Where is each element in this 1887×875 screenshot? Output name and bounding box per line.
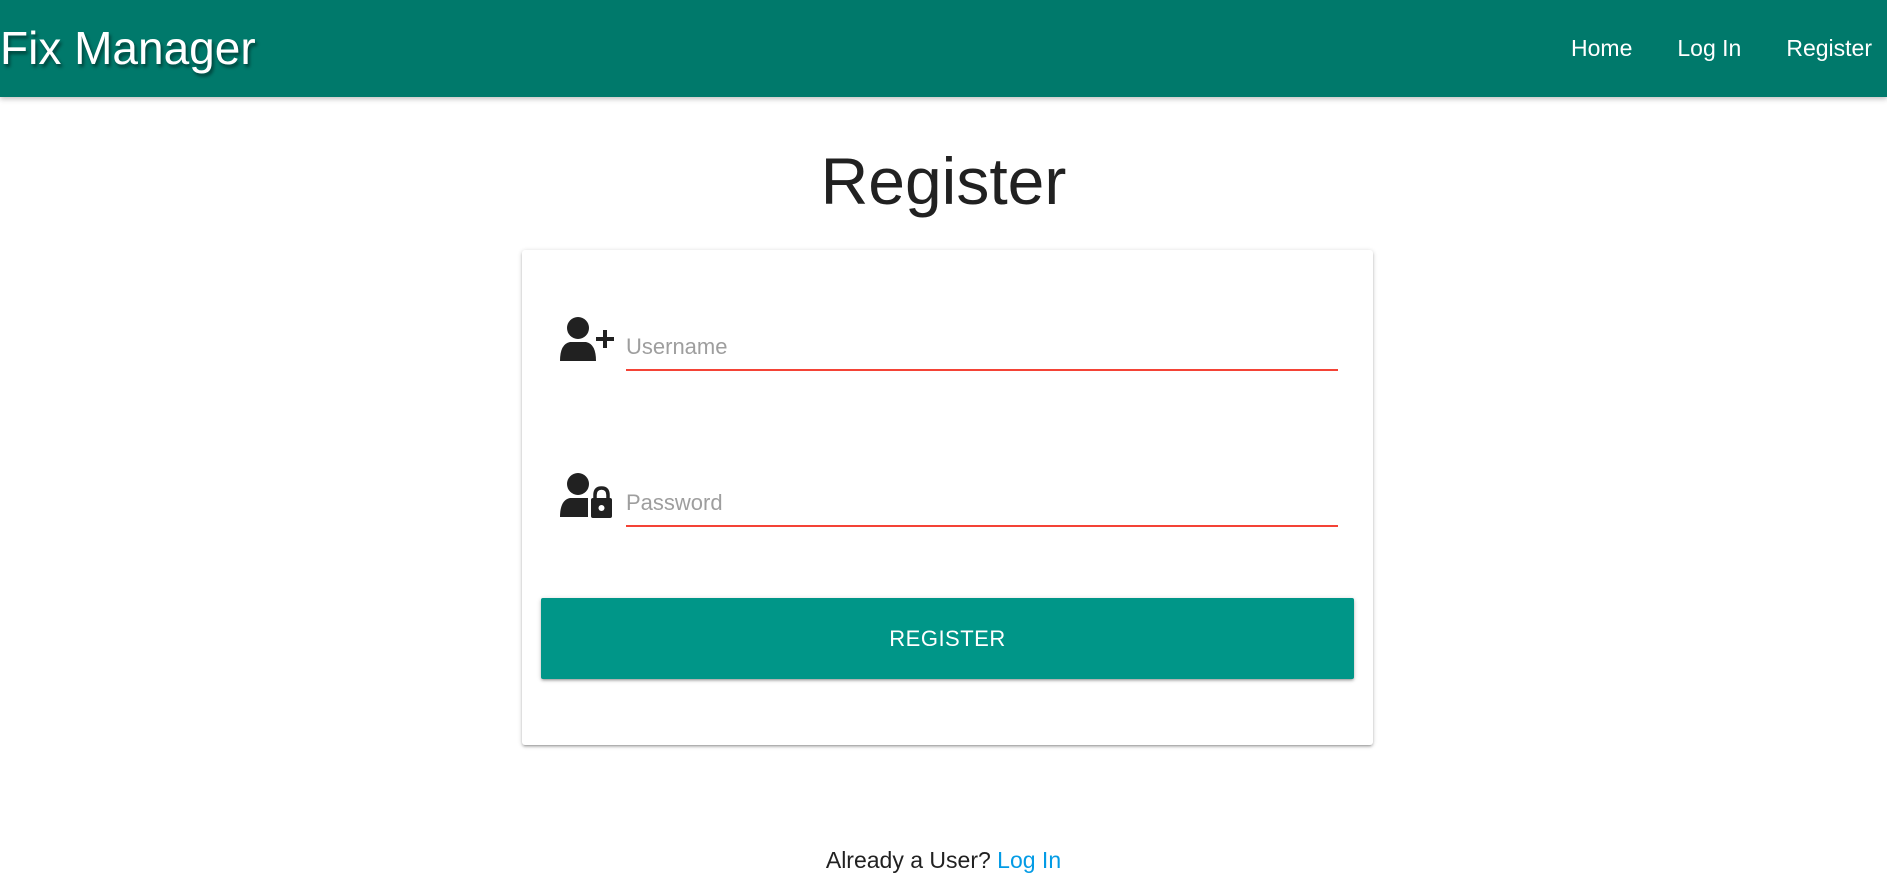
login-prompt-text: Already a User? (825, 847, 991, 873)
register-button[interactable]: REGISTER (541, 598, 1354, 679)
nav-links: Home Log In Register (1556, 0, 1887, 97)
username-field-group (558, 315, 1338, 375)
password-input[interactable] (626, 481, 1338, 527)
nav-item-login: Log In (1647, 0, 1756, 97)
password-field-group (558, 471, 1338, 531)
username-input[interactable] (626, 325, 1338, 371)
nav-link-home[interactable]: Home (1556, 0, 1647, 97)
nav-item-register: Register (1756, 0, 1887, 97)
brand-logo-link[interactable]: Fix Manager (0, 22, 256, 74)
nav-link-login[interactable]: Log In (1647, 0, 1756, 97)
register-card: REGISTER (522, 250, 1373, 745)
login-link[interactable]: Log In (997, 847, 1061, 873)
user-lock-icon (558, 471, 616, 525)
login-prompt: Already a User? Log In (0, 845, 1887, 875)
nav-link-register[interactable]: Register (1756, 0, 1887, 97)
nav-item-home: Home (1556, 0, 1647, 97)
page-title: Register (820, 144, 1067, 218)
top-navbar: Fix Manager Home Log In Register (0, 0, 1887, 97)
user-plus-icon (558, 315, 616, 369)
